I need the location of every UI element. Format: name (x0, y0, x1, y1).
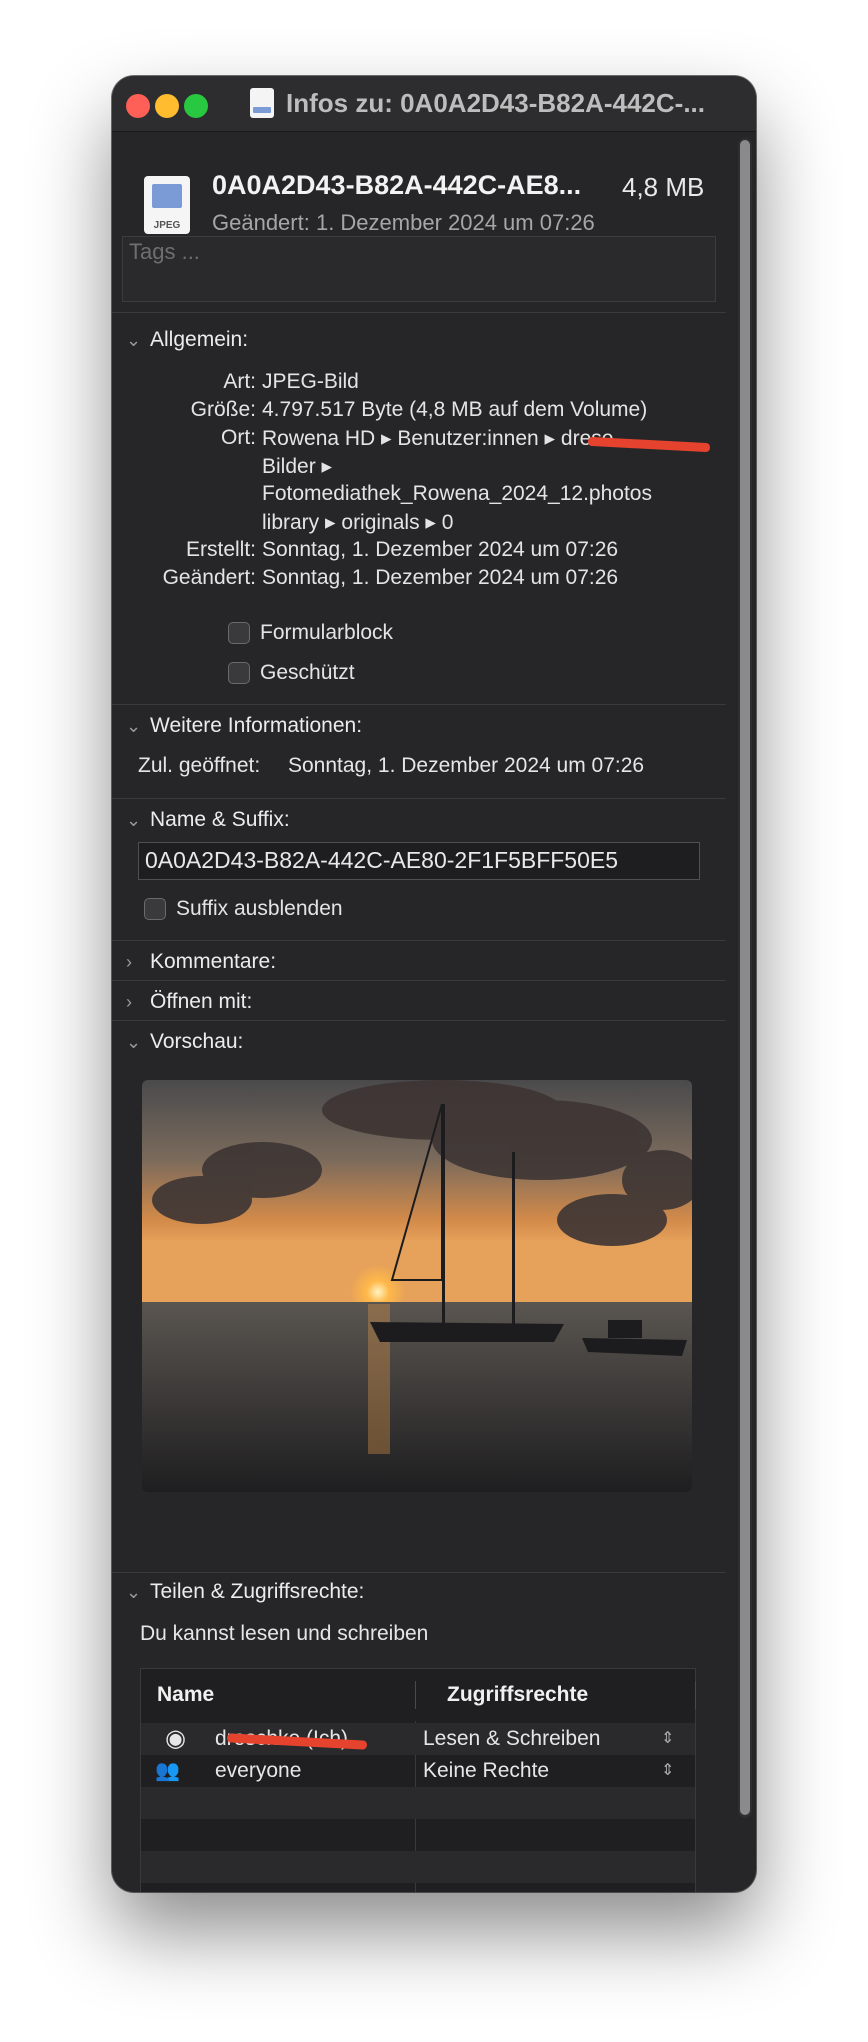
row-privilege[interactable]: Lesen & Schreiben (423, 1723, 600, 1755)
sunset-photo (142, 1080, 692, 1492)
minimize-button[interactable] (155, 94, 179, 118)
scrollbar[interactable] (738, 138, 752, 1818)
last-opened-label: Zul. geöffnet: (138, 754, 261, 777)
hide-extension-label: Suffix ausblenden (176, 897, 343, 920)
info-window: Infos zu: 0A0A2D43-B82A-442C-... JPEG 0A… (112, 76, 756, 1892)
section-sharing-label: Teilen & Zugriffsrechte: (150, 1580, 365, 1603)
table-row (141, 1787, 695, 1819)
file-icon-label: JPEG (153, 220, 181, 231)
table-row[interactable]: 👥 everyone Keine Rechte ⇕ (141, 1755, 695, 1787)
where-line-2: Bilder ▸ (262, 455, 333, 478)
stationery-checkbox[interactable] (228, 622, 250, 644)
file-size: 4,8 MB (622, 172, 705, 202)
chevron-right-icon: › (126, 952, 132, 972)
section-preview[interactable]: ⌄ Vorschau: (126, 1030, 243, 1054)
modified-label: Geändert: (162, 566, 256, 589)
chevron-right-icon: › (126, 992, 132, 1012)
jpeg-file-icon: JPEG (144, 176, 190, 234)
modified-value: Sonntag, 1. Dezember 2024 um 07:26 (262, 566, 619, 589)
table-row (141, 1819, 695, 1851)
group-icon: 👥 (155, 1760, 180, 1782)
jpeg-file-icon (250, 88, 274, 118)
divider (112, 940, 726, 941)
last-opened-value: Sonntag, 1. Dezember 2024 um 07:26 (288, 754, 645, 777)
where-line-1: Rowena HD ▸ Benutzer:innen ▸ drese... (262, 427, 631, 450)
chevron-down-icon: ⌄ (126, 716, 142, 736)
size-value: 4.797.517 Byte (4,8 MB auf dem Volume) (262, 398, 648, 421)
tags-placeholder: Tags ... (129, 239, 200, 264)
where-label: Ort: (221, 426, 256, 449)
scrollbar-thumb[interactable] (740, 140, 750, 1815)
created-value: Sonntag, 1. Dezember 2024 um 07:26 (262, 538, 619, 561)
section-more-info-label: Weitere Informationen: (150, 714, 363, 737)
divider (112, 798, 726, 799)
where-line-4: library ▸ originals ▸ 0 (262, 511, 454, 534)
divider (112, 1020, 726, 1021)
modified-date: Geändert: 1. Dezember 2024 um 07:26 (212, 210, 595, 235)
name-field[interactable]: 0A0A2D43-B82A-442C-AE80-2F1F5BFF50E5 (138, 842, 700, 880)
column-privilege[interactable]: Zugriffsrechte (447, 1669, 588, 1721)
section-more-info[interactable]: ⌄ Weitere Informationen: (126, 714, 362, 738)
chevron-down-icon: ⌄ (126, 1582, 142, 1602)
preview-image (142, 1080, 692, 1492)
locked-checkbox[interactable] (228, 662, 250, 684)
created-label: Erstellt: (185, 538, 256, 561)
image-glyph (152, 184, 182, 208)
row-privilege[interactable]: Keine Rechte (423, 1755, 549, 1787)
where-line-3: Fotomediathek_Rowena_2024_12.photos (262, 482, 652, 505)
section-sharing[interactable]: ⌄ Teilen & Zugriffsrechte: (126, 1580, 364, 1604)
section-preview-label: Vorschau: (150, 1030, 244, 1053)
file-name: 0A0A2D43-B82A-442C-AE8... (212, 170, 582, 200)
chevron-up-down-icon[interactable]: ⇕ (661, 1755, 674, 1787)
window-title: Infos zu: 0A0A2D43-B82A-442C-... (286, 88, 705, 118)
chevron-down-icon: ⌄ (126, 1032, 142, 1052)
sharing-summary: Du kannst lesen und schreiben (140, 1622, 429, 1645)
divider (112, 704, 726, 705)
column-divider (415, 1681, 416, 1709)
section-general-label: Allgemein: (150, 328, 249, 351)
zoom-button[interactable] (184, 94, 208, 118)
tags-field[interactable]: Tags ... (122, 236, 716, 302)
stationery-label: Formularblock (260, 621, 394, 644)
column-name[interactable]: Name (157, 1669, 214, 1721)
section-comments[interactable]: › Kommentare: (126, 950, 276, 974)
chevron-down-icon: ⌄ (126, 330, 142, 350)
section-open-with-label: Öffnen mit: (150, 990, 253, 1013)
chevron-down-icon: ⌄ (126, 810, 142, 830)
title-bar: Infos zu: 0A0A2D43-B82A-442C-... (112, 76, 756, 132)
section-name-ext[interactable]: ⌄ Name & Suffix: (126, 808, 290, 832)
close-button[interactable] (126, 94, 150, 118)
table-row (141, 1851, 695, 1883)
column-divider (695, 1681, 696, 1709)
divider (112, 312, 726, 313)
table-row[interactable]: ◉ dreschke (Ich) Lesen & Schreiben ⇕ (141, 1723, 695, 1755)
divider (112, 1572, 726, 1573)
name-field-value: 0A0A2D43-B82A-442C-AE80-2F1F5BFF50E5 (145, 847, 619, 873)
section-name-ext-label: Name & Suffix: (150, 808, 290, 831)
permissions-table: Name Zugriffsrechte ◉ dreschke (Ich) Les… (140, 1668, 696, 1892)
chevron-up-down-icon[interactable]: ⇕ (661, 1723, 674, 1755)
kind-label: Art: (223, 370, 256, 393)
section-general[interactable]: ⌄ Allgemein: (126, 328, 248, 352)
user-icon: ◉ (165, 1725, 186, 1752)
size-label: Größe: (190, 398, 256, 421)
section-open-with[interactable]: › Öffnen mit: (126, 990, 252, 1014)
hide-extension-checkbox[interactable] (144, 898, 166, 920)
kind-value: JPEG-Bild (262, 370, 359, 393)
locked-label: Geschützt (260, 661, 355, 684)
row-name: everyone (215, 1759, 302, 1782)
section-comments-label: Kommentare: (150, 950, 277, 973)
divider (112, 980, 726, 981)
